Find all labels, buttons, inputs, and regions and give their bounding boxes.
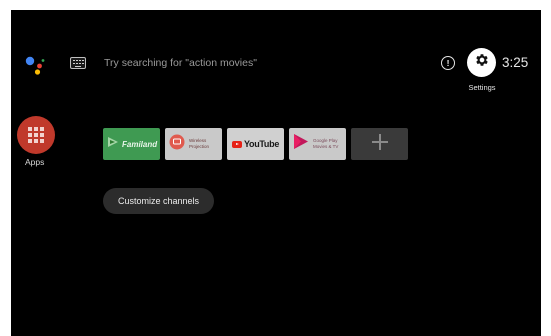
channel-tile-familand[interactable]: Familand <box>103 128 160 160</box>
channel-tile-wireless-projection[interactable]: Wireless Projection <box>165 128 222 160</box>
clock: 3:25 <box>502 55 529 70</box>
keyboard-icon[interactable] <box>70 57 86 69</box>
channel-label: Wireless Projection <box>189 138 209 150</box>
plus-icon <box>371 133 389 156</box>
channel-label-line: Google Play <box>313 138 338 143</box>
channel-label: Familand <box>122 139 158 149</box>
apps-button[interactable] <box>17 116 55 154</box>
settings-button[interactable] <box>467 48 496 77</box>
settings-label: Settings <box>468 83 496 92</box>
play-movies-icon <box>292 133 309 155</box>
youtube-logo-icon <box>231 140 242 148</box>
customize-channels-button[interactable]: Customize channels <box>103 188 214 214</box>
channel-tile-google-play-movies[interactable]: Google Play Movies & TV <box>289 128 346 160</box>
channel-tile-youtube[interactable]: YouTube <box>227 128 284 160</box>
familand-logo-icon <box>107 135 119 153</box>
channel-label-line: Projection <box>189 144 210 149</box>
channel-label: YouTube <box>243 139 280 149</box>
wireless-projection-icon <box>169 134 185 155</box>
channel-label-line: Wireless <box>189 138 207 143</box>
notification-info-icon[interactable]: ! <box>441 56 455 70</box>
apps-label: Apps <box>25 157 45 167</box>
add-channel-button[interactable] <box>351 128 408 160</box>
search-hint[interactable]: Try searching for "action movies" <box>104 57 257 69</box>
google-assistant-icon[interactable] <box>24 54 46 76</box>
gear-icon <box>474 52 490 73</box>
channel-label: Google Play Movies & TV <box>313 138 338 150</box>
tv-home-screen: Try searching for "action movies" ! Sett… <box>11 10 541 336</box>
channel-label-line: Movies & TV <box>313 144 339 149</box>
